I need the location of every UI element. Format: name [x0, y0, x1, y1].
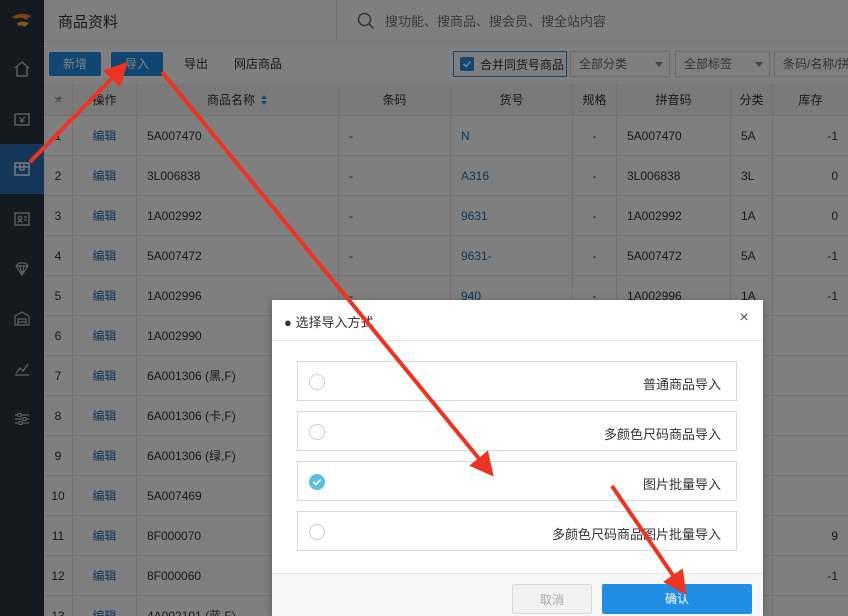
- import-option[interactable]: 图片批量导入: [297, 461, 737, 501]
- radio-icon[interactable]: [309, 424, 325, 440]
- import-option-label: 图片批量导入: [642, 477, 721, 492]
- dialog-divider: [272, 340, 763, 341]
- import-option-label: 多颜色尺码商品导入: [603, 427, 721, 442]
- radio-icon[interactable]: [309, 374, 325, 390]
- radio-checked-icon[interactable]: [309, 474, 325, 490]
- confirm-button[interactable]: 确认: [602, 584, 752, 614]
- cancel-button[interactable]: 取消: [512, 584, 592, 614]
- import-option[interactable]: 多颜色尺码商品导入: [297, 411, 737, 451]
- import-option-label: 普通商品导入: [642, 377, 721, 392]
- import-option-label: 多颜色尺码商品图片批量导入: [551, 527, 721, 542]
- import-mode-dialog: ● 选择导入方式 × 普通商品导入多颜色尺码商品导入图片批量导入多颜色尺码商品图…: [272, 300, 763, 616]
- import-option[interactable]: 多颜色尺码商品图片批量导入: [297, 511, 737, 551]
- close-icon[interactable]: ×: [735, 309, 753, 327]
- import-option[interactable]: 普通商品导入: [297, 361, 737, 401]
- dialog-title: ● 选择导入方式: [284, 315, 374, 330]
- radio-icon[interactable]: [309, 524, 325, 540]
